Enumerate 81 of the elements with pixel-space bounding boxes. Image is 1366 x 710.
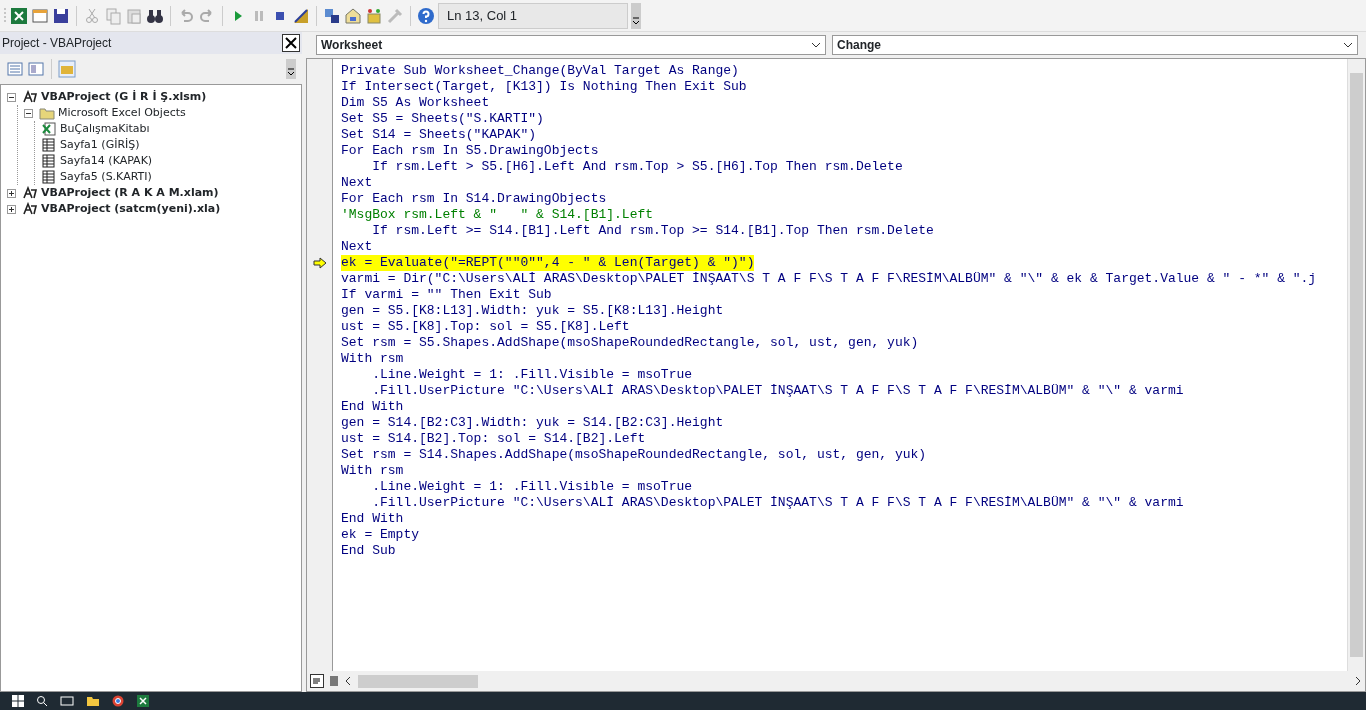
expand-toggle[interactable] <box>7 92 16 102</box>
close-button[interactable] <box>282 34 300 52</box>
code-line: .Fill.UserPicture "C:\Users\ALİ ARAS\Desktop\PALET İNŞAAT\S T A F F\S T A F F\RESİM\ALBÜM" & "\" & varmi <box>371 495 1184 511</box>
execution-arrow-icon <box>312 257 327 269</box>
tree-item[interactable]: Sayfa5 (S.KARTI) <box>60 168 152 186</box>
tree-item[interactable]: VBAProject (satcm(yeni).xla) <box>41 200 221 218</box>
worksheet-icon <box>41 154 57 168</box>
code-line: Set rsm = S5.Shapes.AddShape(msoShapeRoundedRectangle, sol, ust, gen, yuk) <box>341 335 919 351</box>
tree-item[interactable]: VBAProject (R A K A M.xlam) <box>41 184 219 202</box>
project-icon <box>22 90 38 104</box>
project-icon <box>22 202 38 216</box>
code-line: Next <box>341 239 373 255</box>
code-line: Set rsm = S14.Shapes.AddShape(msoShapeRoundedRectangle, sol, ust, gen, yuk) <box>341 447 927 463</box>
code-line: End With <box>341 399 404 415</box>
toolbar-options-icon[interactable] <box>631 2 641 29</box>
code-line: With rsm <box>341 351 404 367</box>
code-line: If rsm.Left > S5.[H6].Left And rsm.Top > S5.[H6].Top Then rsm.Delete <box>371 159 903 175</box>
code-line: If varmi = "" Then Exit Sub <box>341 287 552 303</box>
expand-toggle[interactable] <box>24 108 33 118</box>
tree-item[interactable]: BuÇalışmaKitabı <box>60 120 150 138</box>
cursor-position-field: Ln 13, Col 1 <box>438 2 628 29</box>
save-icon[interactable] <box>52 6 70 25</box>
project-explorer-icon[interactable] <box>323 6 341 25</box>
code-line: Set S14 = Sheets("KAPAK") <box>341 127 537 143</box>
code-line: Next <box>341 175 373 191</box>
object-browser-icon[interactable] <box>365 6 383 25</box>
panel-title: Project - VBAProject <box>2 35 112 52</box>
help-icon[interactable] <box>417 6 435 25</box>
object-dropdown[interactable]: Worksheet <box>316 35 826 55</box>
code-line: Set S5 = Sheets("S.KARTI") <box>341 111 544 127</box>
search-icon[interactable] <box>36 695 48 707</box>
code-line: If Intersect(Target, [K13]) Is Nothing Then Exit Sub <box>341 79 747 95</box>
code-line: .Line.Weight = 1: .Fill.Visible = msoTrue <box>371 479 693 495</box>
code-line: ek = Empty <box>341 527 419 543</box>
code-line: gen = S14.[B2:C3].Width: yuk = S14.[B2:C3].Height <box>341 415 724 431</box>
properties-icon[interactable] <box>344 6 362 25</box>
chevron-down-icon <box>1343 42 1353 48</box>
plus-icon <box>8 205 15 213</box>
tree-item[interactable]: Sayfa1 (GİRİŞ) <box>60 136 140 154</box>
code-line: With rsm <box>341 463 404 479</box>
code-line: Dim S5 As Worksheet <box>341 95 490 111</box>
horizontal-scrollbar[interactable] <box>344 674 1362 688</box>
task-view-icon[interactable] <box>60 695 74 707</box>
code-line: If rsm.Left >= S14.[B1].Left And rsm.Top >= S14.[B1].Top Then rsm.Delete <box>371 223 934 239</box>
folder-icon <box>39 106 55 120</box>
code-line: Private Sub Worksheet_Change(ByVal Target As Range) <box>341 63 739 79</box>
plus-icon <box>8 189 15 197</box>
procedure-view-icon[interactable] <box>310 674 324 688</box>
toggle-folders-icon[interactable] <box>58 60 76 78</box>
windows-start-icon[interactable] <box>12 695 24 707</box>
panel-options-icon[interactable] <box>286 59 296 79</box>
code-line: ust = S14.[B2].Top: sol = S14.[B2].Left <box>341 431 646 447</box>
chevron-down-icon <box>811 42 821 48</box>
code-line: End Sub <box>341 543 396 559</box>
procedure-dropdown[interactable]: Change <box>832 35 1358 55</box>
expand-toggle[interactable] <box>7 188 16 198</box>
code-line: gen = S5.[K8:L13].Width: yuk = S5.[K8:L13].Height <box>341 303 724 319</box>
scroll-left-icon[interactable] <box>344 676 352 686</box>
worksheet-icon <box>41 138 57 152</box>
design-mode-icon[interactable] <box>292 6 310 25</box>
workbook-icon <box>41 122 57 136</box>
code-line: varmi = Dir("C:\Users\ALİ ARAS\Desktop\PALET İNŞAAT\S T A F F\S T A F F\RESİM\ALBÜM" & "\" & ek & Target.Value & " - *" & ".j <box>341 271 1317 287</box>
code-line: End With <box>341 511 404 527</box>
vertical-scrollbar[interactable] <box>1347 59 1365 671</box>
code-line: ust = S5.[K8].Top: sol = S5.[K8].Left <box>341 319 630 335</box>
scroll-right-icon[interactable] <box>1354 676 1362 686</box>
code-line: For Each rsm In S14.DrawingObjects <box>341 191 607 207</box>
code-line: .Fill.UserPicture "C:\Users\ALİ ARAS\Desktop\PALET İNŞAAT\S T A F F\S T A F F\RESİM\ALBÜM" & "\" & varmi <box>371 383 1184 399</box>
project-icon <box>22 186 38 200</box>
worksheet-icon <box>41 170 57 184</box>
expand-toggle[interactable] <box>7 204 16 214</box>
browser-icon[interactable] <box>112 695 124 707</box>
tree-item[interactable]: Sayfa14 (KAPAK) <box>60 152 153 170</box>
folder-icon[interactable] <box>86 695 100 707</box>
full-module-view-icon[interactable] <box>327 674 341 688</box>
code-comment: 'MsgBox rsm.Left & " " & S14.[B1].Left <box>341 207 654 223</box>
tree-item[interactable]: Microsoft Excel Objects <box>58 104 186 122</box>
code-line: .Line.Weight = 1: .Fill.Visible = msoTrue <box>371 367 693 383</box>
tree-item[interactable]: VBAProject (G İ R İ Ş.xlsm) <box>41 88 207 106</box>
code-line: For Each rsm In S5.DrawingObjects <box>341 143 599 159</box>
excel-icon[interactable] <box>136 694 150 708</box>
